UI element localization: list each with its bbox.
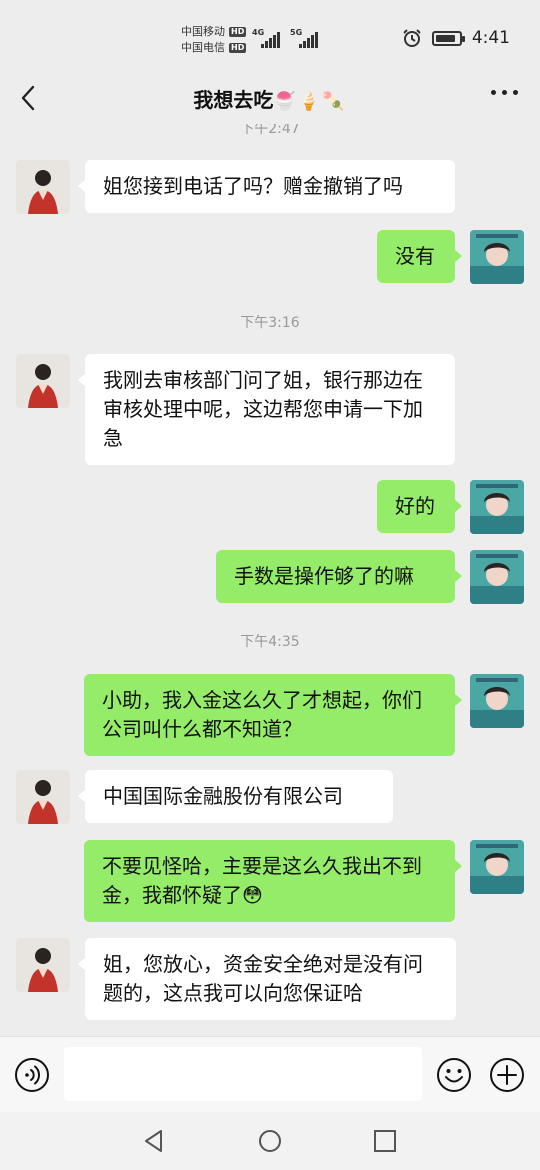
signal-4g-icon: 4G: [252, 28, 282, 48]
plus-icon[interactable]: [489, 1057, 525, 1093]
nav-back-icon[interactable]: [141, 1128, 167, 1154]
message-bubble-outgoing[interactable]: 没有: [377, 230, 462, 283]
nav-home-icon[interactable]: [257, 1128, 283, 1154]
user-avatar[interactable]: [470, 480, 524, 534]
contact-avatar[interactable]: [16, 938, 70, 992]
timestamp: 下午3:16: [240, 315, 300, 331]
input-bar: [0, 1036, 540, 1112]
status-time: 4:41: [471, 28, 510, 48]
chat-area[interactable]: 下午2:47 姐您接到电话了吗？赠金撤销了吗 没有 下午3:16 我刚去审核部门…: [0, 124, 540, 1036]
user-avatar-image: [470, 550, 524, 604]
hd-badge-2: HD: [229, 43, 247, 53]
emoji-icon[interactable]: [436, 1057, 472, 1093]
contact-avatar-image: [16, 770, 70, 824]
user-avatar[interactable]: [470, 550, 524, 604]
user-avatar-image: [470, 480, 524, 534]
contact-avatar-image: [16, 160, 70, 214]
user-avatar[interactable]: [470, 840, 524, 894]
message-bubble-outgoing[interactable]: 手数是操作够了的嘛: [216, 550, 462, 603]
chat-title-text: 我想去吃: [193, 88, 274, 112]
more-button[interactable]: [491, 90, 518, 95]
timestamp: 下午4:35: [240, 634, 300, 650]
more-dot: [513, 90, 518, 95]
battery-icon: [431, 30, 465, 46]
user-avatar[interactable]: [470, 230, 524, 284]
carrier-info: 中国移动 HD 中国电信 HD: [181, 24, 247, 56]
message-bubble-outgoing[interactable]: 不要见怪哈，主要是这么久我出不到金，我都怀疑了😳: [84, 840, 462, 922]
signal-indicators: 4G 5G: [252, 28, 320, 48]
alarm-icon: [403, 29, 421, 47]
battery-level: [435, 34, 455, 42]
chat-header: 我想去吃🍧🍦🍡: [0, 72, 540, 124]
contact-avatar[interactable]: [16, 770, 70, 824]
status-bar: 中国移动 HD 中国电信 HD 4G 5G 4:41: [0, 0, 540, 72]
user-avatar-image: [470, 840, 524, 894]
nav-recent-icon[interactable]: [372, 1128, 398, 1154]
chat-title-emoji: 🍧🍦🍡: [273, 91, 347, 112]
more-dots-icon: [491, 90, 496, 95]
carrier-name-2: 中国电信: [181, 41, 225, 54]
system-nav-bar: [0, 1112, 540, 1170]
message-bubble-incoming[interactable]: 姐，您放心，资金安全绝对是没有问题的，这点我可以向您保证哈: [78, 938, 456, 1020]
message-bubble-incoming[interactable]: 中国国际金融股份有限公司: [78, 770, 393, 823]
voice-icon[interactable]: [14, 1057, 50, 1093]
contact-avatar[interactable]: [16, 354, 70, 408]
chat-title: 我想去吃🍧🍦🍡: [0, 84, 540, 113]
message-bubble-incoming[interactable]: 姐您接到电话了吗？赠金撤销了吗: [78, 160, 455, 213]
message-bubble-outgoing[interactable]: 小助，我入金这么久了才想起，你们公司叫什么都不知道？: [84, 674, 462, 756]
timestamp-clipped: 下午2:47: [240, 124, 300, 137]
user-avatar-image: [470, 230, 524, 284]
hd-badge-1: HD: [229, 27, 247, 37]
user-avatar[interactable]: [470, 674, 524, 728]
user-avatar-image: [470, 674, 524, 728]
message-bubble-outgoing[interactable]: 好的: [377, 480, 462, 533]
more-dot: [502, 90, 507, 95]
contact-avatar[interactable]: [16, 160, 70, 214]
signal-5g-icon: 5G: [290, 28, 320, 48]
contact-avatar-image: [16, 354, 70, 408]
message-bubble-incoming[interactable]: 我刚去审核部门问了姐，银行那边在审核处理中呢，这边帮您申请一下加急: [78, 354, 455, 465]
message-input[interactable]: [64, 1047, 422, 1101]
contact-avatar-image: [16, 938, 70, 992]
carrier-name-1: 中国移动: [181, 25, 225, 38]
